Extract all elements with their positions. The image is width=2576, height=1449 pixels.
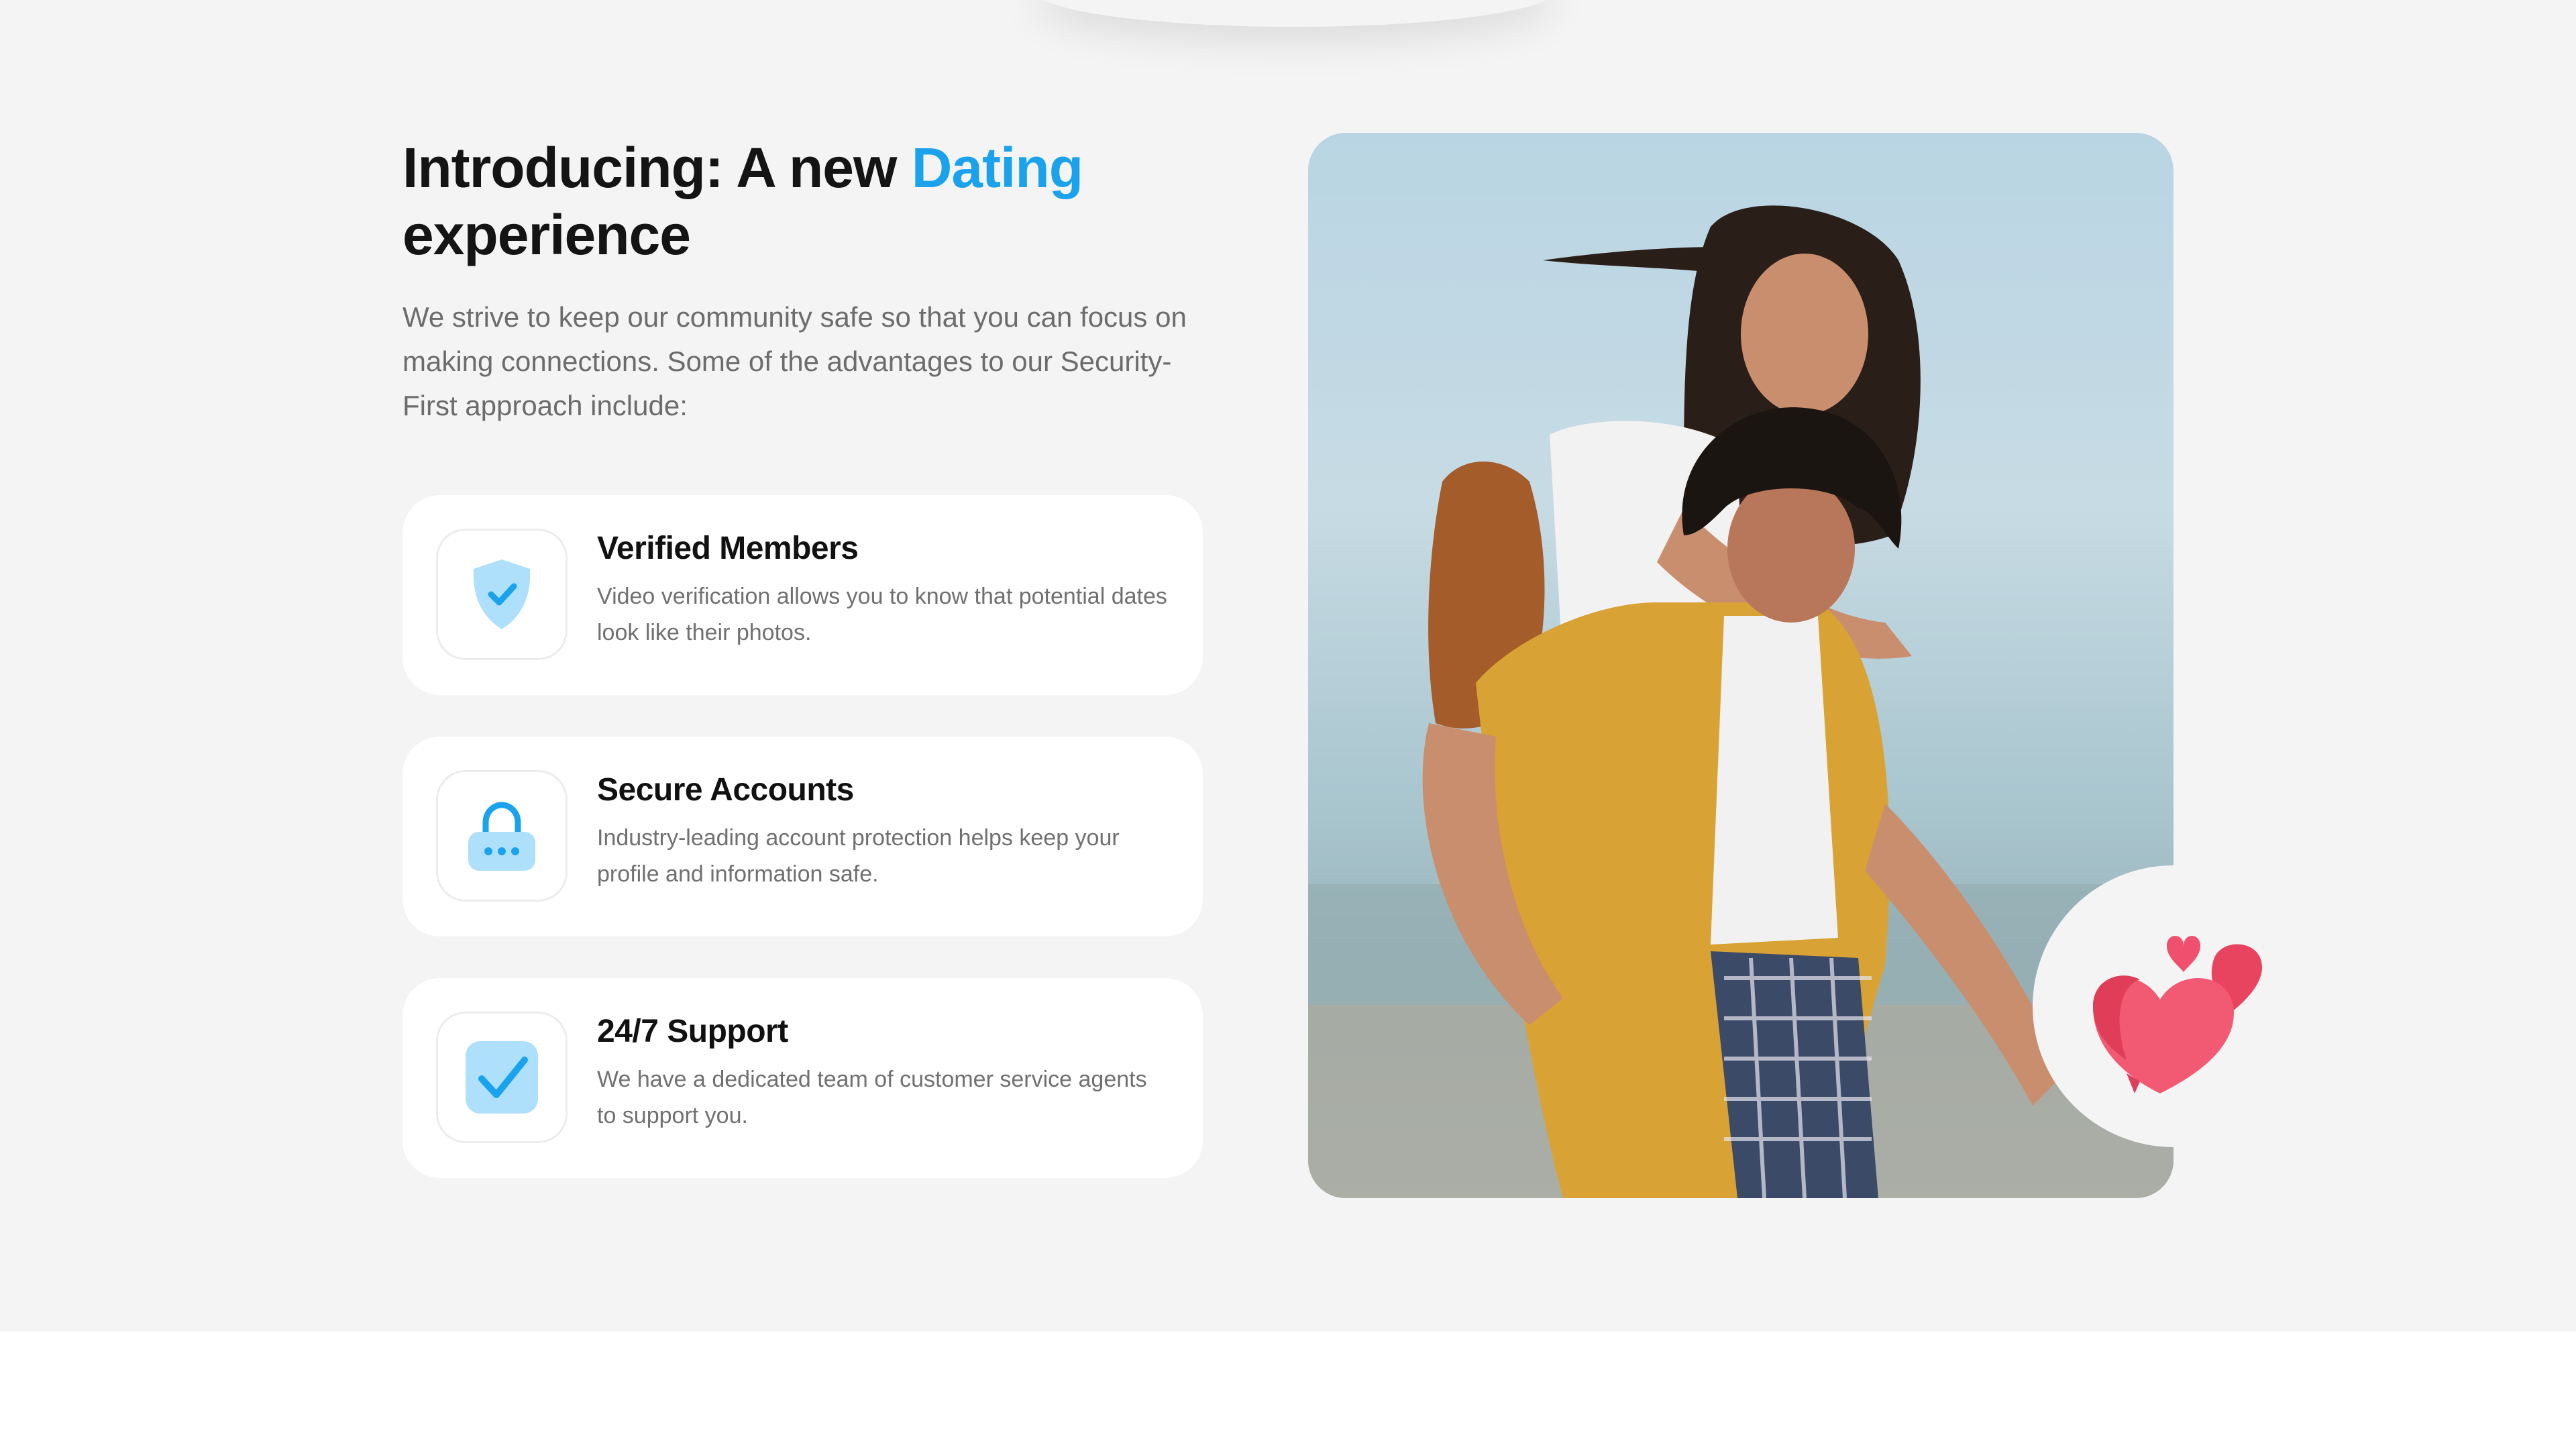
feature-icon-box xyxy=(436,529,568,660)
section-title: Introducing: A new Dating experience xyxy=(402,134,1208,268)
feature-card-secure-accounts: Secure Accounts Industry-leading account… xyxy=(402,737,1203,936)
title-prefix: Introducing: A new xyxy=(402,136,912,199)
feature-title: Secure Accounts xyxy=(597,772,854,808)
shield-check-icon xyxy=(473,559,531,629)
title-suffix: experience xyxy=(402,203,691,266)
checkbox-icon xyxy=(466,1041,538,1114)
feature-card-support: 24/7 Support We have a dedicated team of… xyxy=(402,978,1203,1178)
hearts-icon xyxy=(2093,936,2262,1093)
hearts-badge xyxy=(2033,865,2314,1147)
feature-description: We have a dedicated team of customer ser… xyxy=(597,1067,1147,1128)
security-section: Introducing: A new Dating experience We … xyxy=(0,0,2576,1332)
header-shadow xyxy=(1033,0,1556,27)
section-description: We strive to keep our community safe so … xyxy=(402,301,1187,421)
feature-icon-box xyxy=(436,770,568,902)
feature-title: 24/7 Support xyxy=(597,1014,788,1049)
feature-icon-box xyxy=(436,1012,568,1143)
feature-description: Industry-leading account protection help… xyxy=(597,825,1120,887)
feature-description: Video verification allows you to know th… xyxy=(597,584,1167,645)
title-accent: Dating xyxy=(911,136,1083,199)
feature-card-verified-members: Verified Members Video verification allo… xyxy=(402,495,1203,695)
padlock-icon xyxy=(468,802,535,871)
feature-title: Verified Members xyxy=(597,531,859,566)
